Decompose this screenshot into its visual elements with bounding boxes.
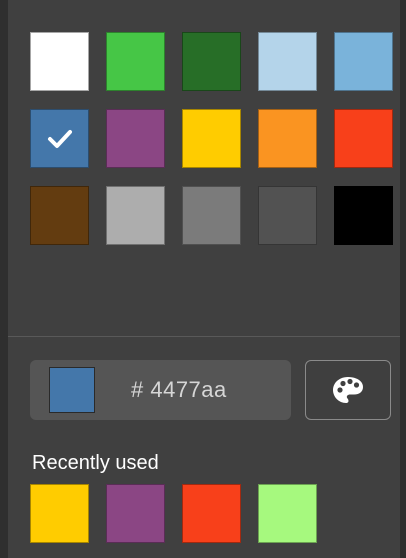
swatch-light-gray[interactable]	[106, 186, 165, 245]
swatch-green[interactable]	[106, 32, 165, 91]
swatch-yellow[interactable]	[182, 109, 241, 168]
swatch-brown[interactable]	[30, 186, 89, 245]
current-color-preview	[49, 367, 95, 413]
recent-swatch-1[interactable]	[30, 484, 89, 543]
swatch-purple[interactable]	[106, 109, 165, 168]
recent-swatch-2[interactable]	[106, 484, 165, 543]
swatch-black[interactable]	[334, 186, 393, 245]
palette-icon	[333, 377, 363, 403]
custom-color-palette-button[interactable]	[305, 360, 391, 420]
color-picker-panel: # 4477aa Recently used	[0, 0, 406, 558]
swatch-dark-gray[interactable]	[258, 186, 317, 245]
recent-swatch-4[interactable]	[258, 484, 317, 543]
swatch-dark-green[interactable]	[182, 32, 241, 91]
check-icon	[31, 110, 88, 167]
swatch-orange[interactable]	[258, 109, 317, 168]
swatch-red[interactable]	[334, 109, 393, 168]
hex-color-value[interactable]: # 4477aa	[131, 377, 227, 403]
recently-used-label: Recently used	[32, 452, 159, 474]
divider	[8, 336, 400, 337]
swatch-light-blue[interactable]	[258, 32, 317, 91]
swatch-sky-blue[interactable]	[334, 32, 393, 91]
recently-used-swatches	[30, 484, 317, 543]
swatch-blue[interactable]	[30, 109, 89, 168]
color-swatch-grid	[30, 32, 393, 245]
swatch-gray[interactable]	[182, 186, 241, 245]
hex-color-input[interactable]: # 4477aa	[30, 360, 291, 420]
recent-swatch-3[interactable]	[182, 484, 241, 543]
swatch-white[interactable]	[30, 32, 89, 91]
